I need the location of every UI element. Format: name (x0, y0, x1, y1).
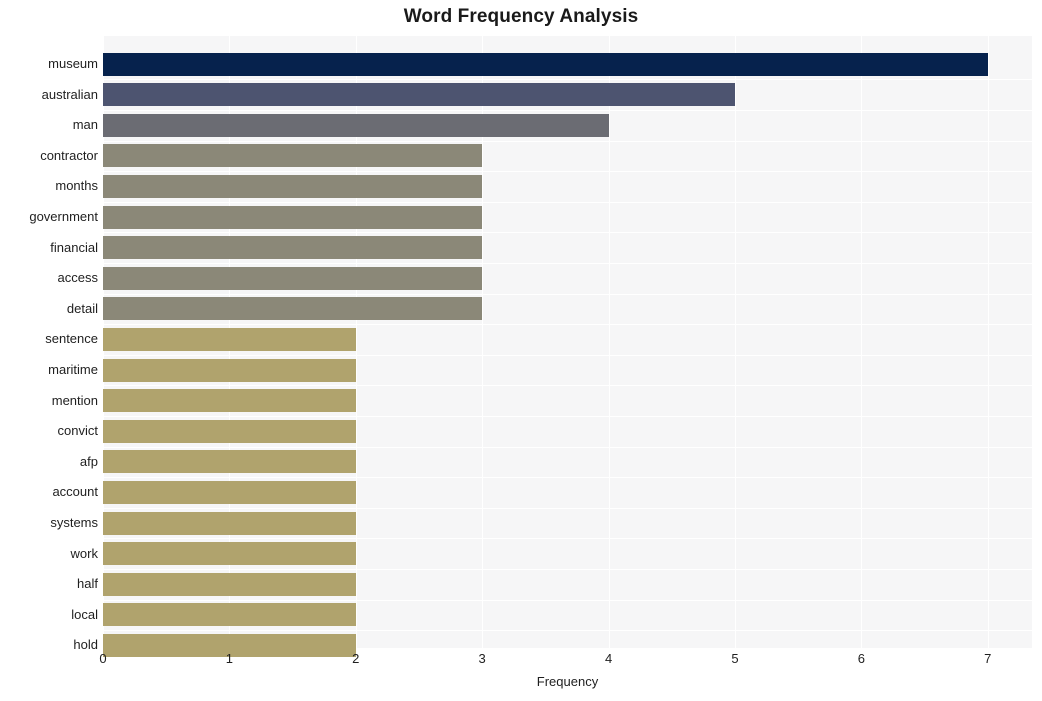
bar[interactable] (103, 174, 483, 198)
bar-row (103, 144, 1032, 168)
y-axis-tick-label: afp (79, 453, 98, 469)
gridline-horizontal (103, 600, 1032, 601)
bar[interactable] (103, 450, 356, 474)
y-axis-tick-label: financial (50, 239, 98, 255)
y-axis-tick-label: government (29, 209, 98, 224)
x-axis-tick-label: 5 (731, 651, 739, 666)
bar-row (103, 113, 1032, 137)
gridline-horizontal (103, 355, 1032, 356)
bar[interactable] (103, 327, 356, 351)
gridline-horizontal (103, 232, 1032, 233)
bar[interactable] (103, 83, 735, 107)
bar-row (103, 450, 1032, 474)
gridline-horizontal (103, 324, 1032, 325)
gridline-horizontal (103, 171, 1032, 172)
gridline-horizontal (103, 569, 1032, 570)
gridline-horizontal (103, 447, 1032, 448)
bar-row (103, 266, 1032, 290)
gridline-horizontal (103, 263, 1032, 264)
y-axis-tick-label: local (71, 606, 98, 622)
bar[interactable] (103, 389, 356, 413)
y-axis-tick-label: mention (51, 392, 98, 408)
plot-area (103, 36, 1032, 662)
y-axis-tick-label: account (52, 484, 98, 500)
bar[interactable] (103, 419, 356, 443)
bar[interactable] (103, 144, 483, 168)
y-axis-tick-label: months (55, 178, 98, 194)
bar[interactable] (103, 542, 356, 566)
gridline-horizontal (103, 630, 1032, 631)
bar[interactable] (103, 266, 483, 290)
gridline-horizontal (103, 385, 1032, 386)
y-axis-tick-label: maritime (48, 362, 98, 377)
bar-row (103, 174, 1032, 198)
bar-row (103, 511, 1032, 535)
bar-row (103, 572, 1032, 596)
x-axis-tick-label: 1 (225, 651, 234, 666)
y-axis-tick-label: sentence (45, 331, 98, 347)
x-axis-tick-labels: 0 1 2 3 4 5 6 7 (99, 651, 1032, 671)
y-axis-tick-label: detail (66, 300, 98, 316)
y-axis-tick-label: convict (57, 423, 98, 439)
bar-row (103, 297, 1032, 321)
bar-row (103, 83, 1032, 107)
y-axis-tick-label: hold (73, 637, 98, 653)
bar[interactable] (103, 113, 609, 137)
bar-row (103, 542, 1032, 566)
x-axis-tick-label: 3 (478, 651, 486, 666)
gridline-horizontal (103, 141, 1032, 142)
bar-row (103, 327, 1032, 351)
chart-title: Word Frequency Analysis (403, 6, 639, 27)
bar-row (103, 205, 1032, 229)
bar[interactable] (103, 572, 356, 596)
bar[interactable] (103, 205, 483, 229)
gridline-horizontal (103, 538, 1032, 539)
bar[interactable] (103, 358, 356, 382)
y-axis-tick-label: work (70, 545, 98, 561)
bar-row (103, 358, 1032, 382)
x-axis-tick-label: 6 (857, 651, 865, 666)
y-axis-tick-label: systems (50, 515, 98, 530)
word-frequency-chart: Word Frequency Analysis museum australian… (0, 0, 1042, 701)
gridline-horizontal (103, 508, 1032, 509)
y-axis-tick-label: half (77, 576, 98, 592)
bar-row (103, 603, 1032, 627)
gridline-horizontal (103, 477, 1032, 478)
y-axis-tick-label: man (72, 117, 98, 133)
gridline-horizontal (103, 294, 1032, 295)
bar[interactable] (103, 297, 483, 321)
bar[interactable] (103, 511, 356, 535)
y-axis-tick-label: access (57, 270, 98, 286)
gridline-horizontal (103, 110, 1032, 111)
bar-row (103, 236, 1032, 260)
y-axis-tick-label: museum (48, 56, 98, 71)
bar[interactable] (103, 236, 483, 260)
x-axis-tick-label: 2 (352, 651, 360, 666)
x-axis-tick-label: 0 (99, 651, 107, 666)
bar-row (103, 480, 1032, 504)
gridline-horizontal (103, 202, 1032, 203)
y-axis-tick-labels: museum australian man contractor months gover… (0, 36, 98, 652)
bar[interactable] (103, 603, 356, 627)
bar-row (103, 389, 1032, 413)
bar[interactable] (103, 52, 988, 76)
x-axis-tick-label: 4 (604, 651, 613, 666)
bar-row (103, 52, 1032, 76)
gridline-horizontal (103, 416, 1032, 417)
x-axis-title: Frequency (536, 674, 599, 689)
y-axis-tick-label: australian (41, 86, 98, 102)
x-axis-tick-label: 7 (984, 651, 992, 666)
bar[interactable] (103, 480, 356, 504)
bar-row (103, 419, 1032, 443)
y-axis-tick-label: contractor (40, 147, 98, 163)
gridline-horizontal (103, 79, 1032, 80)
